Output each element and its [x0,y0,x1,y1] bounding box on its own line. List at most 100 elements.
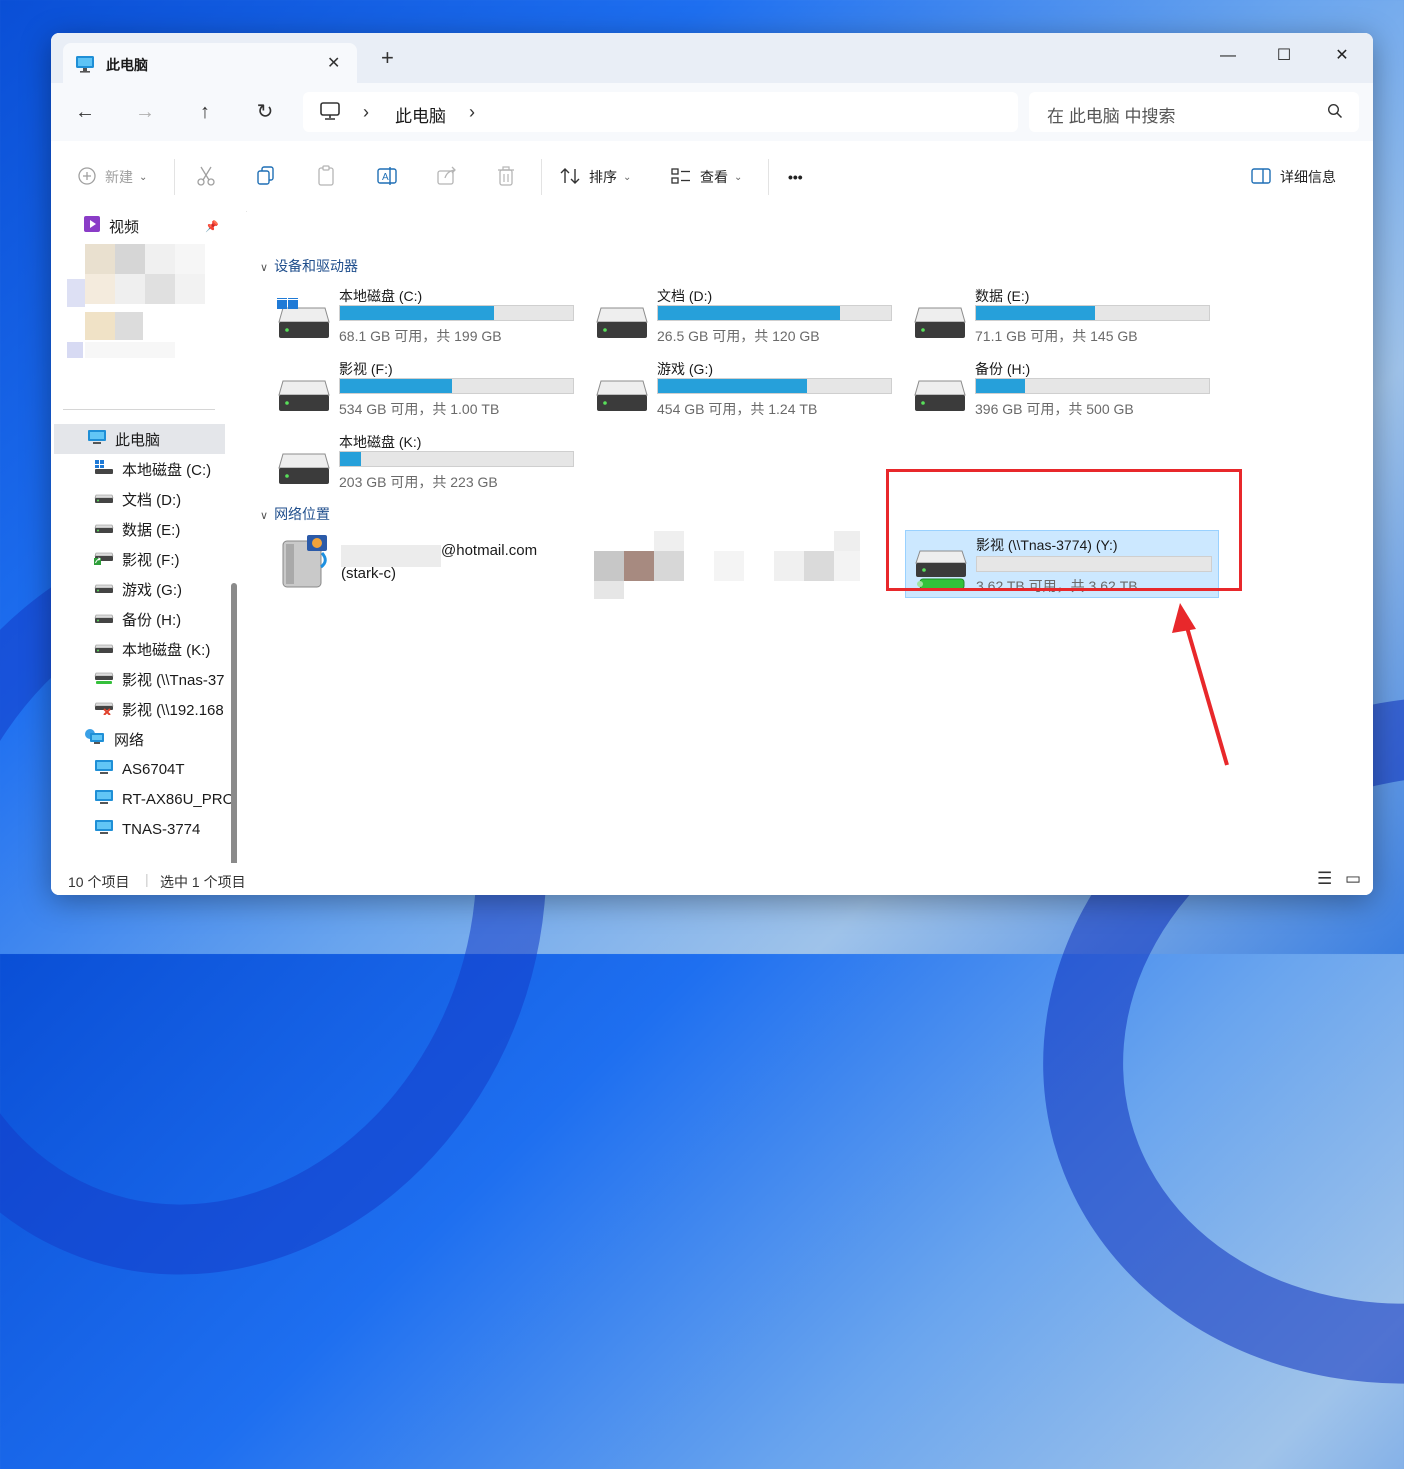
drive-icon [94,609,114,629]
network-location-onedrive[interactable]: @hotmail.com (stark-c) [277,531,577,601]
monitor-icon [75,55,95,76]
computer-icon [94,789,114,809]
address-bar[interactable]: › 此电脑 › [303,92,1018,132]
view-button[interactable]: 查看 ⌄ [670,165,742,189]
drive-name: 本地磁盘 (K:) [339,434,422,450]
sidebar-item[interactable]: TNAS-3774 [51,814,246,844]
drive-name: 文档 (D:) [657,288,713,304]
group-title: 设备和驱动器 [274,258,359,274]
tab-this-pc[interactable]: 此电脑 ✕ [63,43,357,83]
paste-button[interactable] [316,164,336,189]
sidebar-item-label: 本地磁盘 (K:) [122,641,211,659]
cut-button[interactable] [196,165,216,189]
pc-icon [319,101,341,126]
search-input[interactable]: 在 此电脑 中搜索 [1047,102,1175,127]
drive-usage-bar [339,305,574,321]
up-button[interactable]: ↑ [187,97,223,127]
details-pane-button[interactable]: 详细信息 [1250,165,1336,189]
drive-size: 68.1 GB 可用，共 199 GB [339,328,502,344]
pc-icon [87,429,107,449]
sidebar-item[interactable]: 网络 [51,724,246,754]
sidebar-scrollbar[interactable] [231,583,237,895]
drive-usage-bar [975,378,1210,394]
close-window-button[interactable]: ✕ [1313,41,1371,71]
copy-button[interactable] [256,165,276,189]
breadcrumb-separator[interactable]: › [363,102,369,123]
new-tab-button[interactable]: + [381,47,394,69]
sidebar-item[interactable]: 影视 (\\Tnas-37 [51,664,246,694]
sidebar-item[interactable]: 影视 (\\192.168 [51,694,246,724]
drive-name: 备份 (H:) [975,361,1031,377]
rename-button[interactable]: A [376,165,398,189]
annotation-arrow [1172,603,1229,766]
drive-icon [94,639,114,659]
sidebar-item[interactable]: 游戏 (G:) [51,574,246,604]
share-icon [436,165,458,190]
details-label: 详细信息 [1280,169,1336,185]
details-view-icon[interactable]: ☰ [1317,869,1332,889]
drive-size: 26.5 GB 可用，共 120 GB [657,328,820,344]
drive-icon [595,371,649,418]
drive-icon [913,298,967,345]
drive-icon [94,519,114,539]
svg-text:A: A [382,172,389,183]
share-button[interactable] [436,165,458,189]
group-title: 网络位置 [274,506,331,522]
minimize-button[interactable]: — [1199,41,1257,71]
drive-name: 本地磁盘 (C:) [339,288,423,304]
drive-tile[interactable]: 数据 (E:) 71.1 GB 可用，共 145 GB [913,284,1213,348]
drive-tile[interactable]: 游戏 (G:) 454 GB 可用，共 1.24 TB [595,357,895,421]
network-icon [84,728,106,750]
blurred-network-items [594,531,864,601]
sidebar-item[interactable]: 影视 (F:) [51,544,246,574]
view-icon [670,166,692,189]
sidebar-item[interactable]: 本地磁盘 (C:) [51,454,246,484]
sidebar-item[interactable]: 本地磁盘 (K:) [51,634,246,664]
sidebar-item[interactable]: AS6704T [51,754,246,784]
breadcrumb-separator[interactable]: › [469,102,475,123]
back-button[interactable]: ← [67,97,103,127]
more-options-button[interactable]: ••• [788,165,803,189]
sidebar-item[interactable]: 数据 (E:) [51,514,246,544]
chevron-down-icon: ∨ [260,262,269,274]
drive-tile[interactable]: 备份 (H:) 396 GB 可用，共 500 GB [913,357,1213,421]
delete-button[interactable] [496,165,516,189]
sort-button[interactable]: 排序 ⌄ [559,165,631,189]
drive-tile[interactable]: 影视 (F:) 534 GB 可用，共 1.00 TB [277,357,577,429]
toolbar-divider [541,159,542,195]
drive-tile[interactable]: 本地磁盘 (C:) 68.1 GB 可用，共 199 GB [277,284,577,348]
sidebar-item-label: 此电脑 [115,431,161,449]
sidebar-item-label: 视频 [109,218,140,236]
sidebar-item-videos[interactable]: 视频 📌 [83,211,233,241]
drive-tile[interactable]: 本地磁盘 (K:) 203 GB 可用，共 223 GB [277,430,577,494]
sort-icon [559,166,581,189]
breadcrumb-this-pc[interactable]: 此电脑 [395,102,446,127]
drive-tile[interactable]: 文档 (D:) 26.5 GB 可用，共 120 GB [595,284,895,348]
sort-label: 排序 [589,169,617,185]
media-server-icon [277,531,333,594]
forward-button[interactable]: → [127,97,163,127]
item-count: 10 个项目 [68,874,130,890]
close-tab-icon[interactable]: ✕ [327,53,340,73]
sidebar-item[interactable]: 备份 (H:) [51,604,246,634]
maximize-button[interactable]: ☐ [1255,41,1313,71]
new-button[interactable]: 新建 ⌄ [77,165,147,189]
sidebar-item-label: 文档 (D:) [122,491,182,509]
group-header-devices[interactable]: ∨ 设备和驱动器 [260,256,358,276]
drive-usage-bar [657,305,892,321]
sidebar-item[interactable]: RT-AX86U_PRO [51,784,246,814]
sidebar-item[interactable]: 文档 (D:) [51,484,246,514]
drive-usage-bar [975,305,1210,321]
sidebar-item[interactable]: 此电脑 [54,424,225,454]
pin-icon[interactable]: 📌 [205,220,219,233]
sidebar-item-label: 网络 [114,731,145,749]
drive-size: 534 GB 可用，共 1.00 TB [339,401,500,417]
onedrive-account: (stark-c) [341,565,396,582]
refresh-button[interactable]: ↻ [247,97,283,127]
group-header-network[interactable]: ∨ 网络位置 [260,504,330,524]
tiles-view-icon[interactable]: ▭ [1345,869,1361,889]
rename-icon: A [376,165,398,190]
search-box[interactable]: 在 此电脑 中搜索 [1029,92,1359,132]
windows-drive-icon [94,459,114,479]
drive-size: 454 GB 可用，共 1.24 TB [657,401,818,417]
